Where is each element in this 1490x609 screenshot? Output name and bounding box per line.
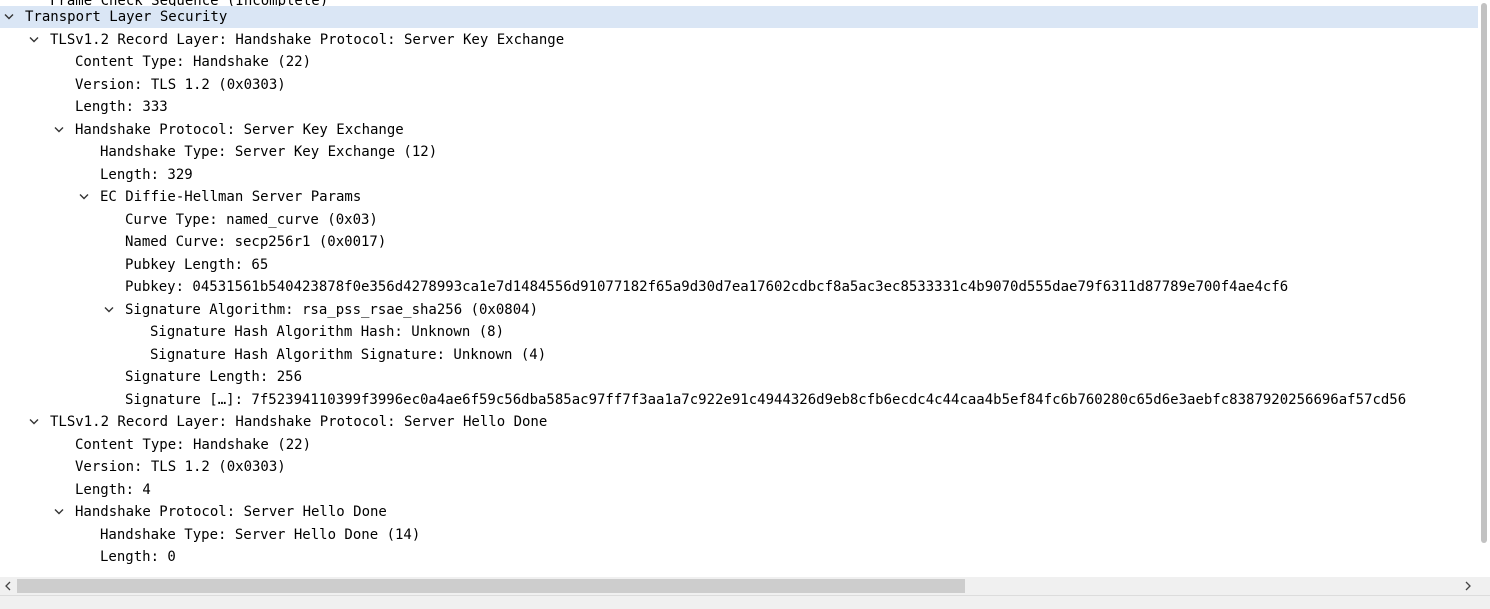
scrollbar-corner: [1478, 577, 1490, 595]
vertical-scrollbar[interactable]: [1478, 0, 1490, 577]
tree-row-label: Curve Type: named_curve (0x03): [125, 212, 378, 228]
tree-row-label: Signature Hash Algorithm Hash: Unknown (…: [150, 324, 505, 340]
tree-row-label: Pubkey: 04531561b540423878f0e356d4278993…: [125, 279, 1289, 295]
chevron-down-icon[interactable]: [52, 501, 66, 523]
tree-row-label: Content Type: Handshake (22): [75, 437, 312, 453]
tree-row[interactable]: Handshake Protocol: Server Key Exchange: [0, 119, 1478, 141]
chevron-down-icon[interactable]: [77, 186, 91, 208]
tree-row-label: Content Type: Handshake (22): [75, 54, 312, 70]
tree-row[interactable]: Signature Algorithm: rsa_pss_rsae_sha256…: [0, 299, 1478, 321]
tree-row[interactable]: Curve Type: named_curve (0x03): [0, 209, 1478, 231]
tree-row[interactable]: Content Type: Handshake (22): [0, 51, 1478, 73]
tree-row-label: Pubkey Length: 65: [125, 257, 269, 273]
tree-row[interactable]: Signature Length: 256: [0, 366, 1478, 388]
chevron-down-icon[interactable]: [52, 119, 66, 141]
tree-row[interactable]: Handshake Type: Server Key Exchange (12): [0, 141, 1478, 163]
chevron-right-icon: [1465, 581, 1471, 591]
tree-row-label: Transport Layer Security: [25, 9, 228, 25]
horizontal-scrollbar[interactable]: [0, 577, 1478, 595]
tree-row[interactable]: Version: TLS 1.2 (0x0303): [0, 456, 1478, 478]
tree-row[interactable]: Signature […]: 7f52394110399f3996ec0a4ae…: [0, 389, 1478, 411]
tree-row-label: Version: TLS 1.2 (0x0303): [75, 459, 286, 475]
tree-row[interactable]: EC Diffie-Hellman Server Params: [0, 186, 1478, 208]
tree-row-label: Handshake Type: Server Hello Done (14): [100, 527, 421, 543]
tree-row[interactable]: Transport Layer Security: [0, 6, 1478, 28]
tree-row[interactable]: TLSv1.2 Record Layer: Handshake Protocol…: [0, 29, 1478, 51]
tree-row[interactable]: Named Curve: secp256r1 (0x0017): [0, 231, 1478, 253]
scroll-right-button[interactable]: [1460, 577, 1476, 595]
chevron-down-icon[interactable]: [27, 411, 41, 433]
tree-row-label: Signature […]: 7f52394110399f3996ec0a4ae…: [125, 392, 1407, 408]
tree-row[interactable]: Length: 333: [0, 96, 1478, 118]
tree-row-label: EC Diffie-Hellman Server Params: [100, 189, 362, 205]
tree-row[interactable]: Length: 0: [0, 546, 1478, 568]
horizontal-scrollbar-thumb[interactable]: [17, 579, 965, 593]
tree-row-label: Signature Algorithm: rsa_pss_rsae_sha256…: [125, 302, 539, 318]
tree-row-label: Signature Length: 256: [125, 369, 303, 385]
tree-row[interactable]: Length: 4: [0, 479, 1478, 501]
status-strip: [0, 595, 1490, 609]
tree-row[interactable]: Signature Hash Algorithm Signature: Unkn…: [0, 344, 1478, 366]
tree-row-label: TLSv1.2 Record Layer: Handshake Protocol…: [50, 32, 565, 48]
tree-row-label: Length: 0: [100, 549, 176, 565]
tree-row[interactable]: Content Type: Handshake (22): [0, 434, 1478, 456]
tree-row[interactable]: Handshake Type: Server Hello Done (14): [0, 524, 1478, 546]
vertical-scrollbar-thumb[interactable]: [1481, 3, 1487, 543]
tree-row-label: Named Curve: secp256r1 (0x0017): [125, 234, 387, 250]
tree-row[interactable]: Length: 329: [0, 164, 1478, 186]
chevron-left-icon: [5, 581, 11, 591]
tree-row[interactable]: Pubkey: 04531561b540423878f0e356d4278993…: [0, 276, 1478, 298]
chevron-down-icon[interactable]: [102, 299, 116, 321]
tree-row-label: Handshake Type: Server Key Exchange (12): [100, 144, 438, 160]
tree-row-label: TLSv1.2 Record Layer: Handshake Protocol…: [50, 414, 548, 430]
tree-row[interactable]: Pubkey Length: 65: [0, 254, 1478, 276]
scroll-left-button[interactable]: [0, 577, 16, 595]
tree-row[interactable]: TLSv1.2 Record Layer: Handshake Protocol…: [0, 411, 1478, 433]
tree-row-label: Signature Hash Algorithm Signature: Unkn…: [150, 347, 547, 363]
tree-row[interactable]: Handshake Protocol: Server Hello Done: [0, 501, 1478, 523]
tree-row-label: Length: 329: [100, 167, 193, 183]
tree-row-label: Length: 333: [75, 99, 168, 115]
chevron-down-icon[interactable]: [27, 29, 41, 51]
tree-row[interactable]: Signature Hash Algorithm Hash: Unknown (…: [0, 321, 1478, 343]
chevron-down-icon[interactable]: [2, 6, 16, 28]
tree-row-label: Length: 4: [75, 482, 151, 498]
tree-row-label: Handshake Protocol: Server Hello Done: [75, 504, 387, 520]
tree-row[interactable]: Version: TLS 1.2 (0x0303): [0, 74, 1478, 96]
tree-row-label: Handshake Protocol: Server Key Exchange: [75, 122, 404, 138]
packet-details-tree: Frame Check Sequence (Incomplete)Transpo…: [0, 0, 1478, 577]
tree-row-label: Version: TLS 1.2 (0x0303): [75, 77, 286, 93]
